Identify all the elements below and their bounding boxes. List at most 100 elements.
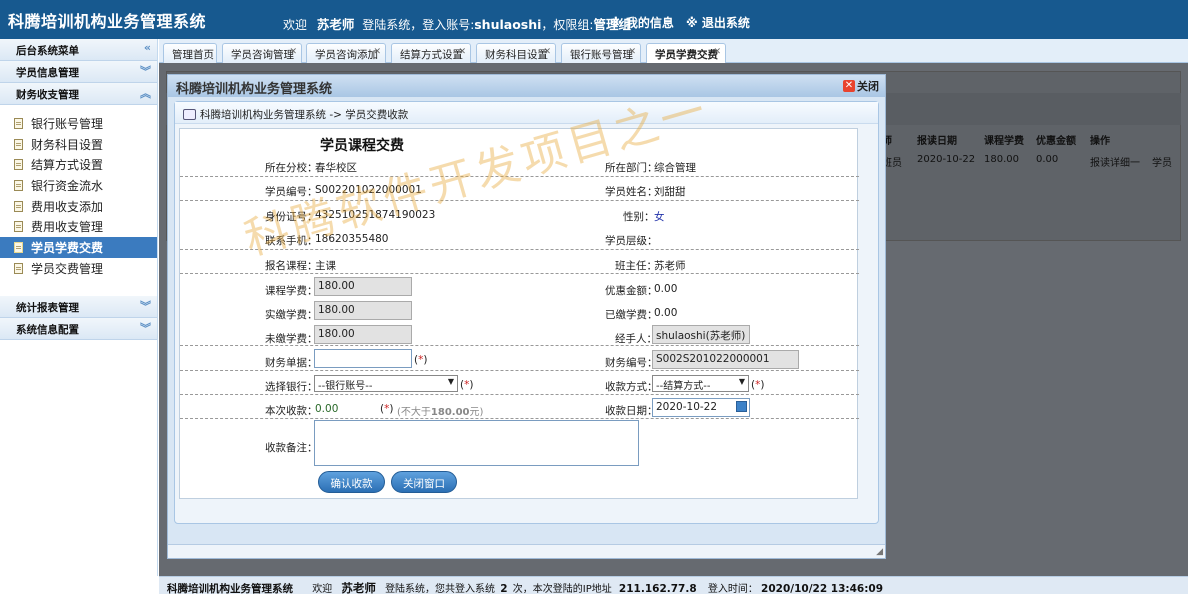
my-info-link[interactable]: ※ 我的信息 (610, 14, 674, 31)
already-paid-value: 0.00 (654, 307, 678, 319)
collapse-sidebar-icon[interactable]: « (144, 41, 151, 54)
sidebar-item-finance-subjects[interactable]: 财务科目设置 (0, 134, 157, 155)
sidebar-section-system[interactable]: 系统信息配置 ︾ (0, 318, 157, 340)
finance-no-field: S002S201022000001 (652, 350, 799, 369)
dept-label: 所在部门： (605, 162, 658, 174)
form-row: 未缴学费： 180.00 经手人： shulaoshi(苏老师) (180, 322, 859, 346)
payment-method-select[interactable]: --结算方式-- ▼ (652, 375, 749, 392)
document-icon (14, 138, 23, 150)
method-select-value: --结算方式-- (656, 381, 711, 392)
footer-ip: 211.162.77.8 (618, 583, 697, 594)
dialog-close-button[interactable]: ✕ 关闭 (843, 78, 879, 94)
footer-login-time: 2020/10/22 13:46:09 (761, 583, 884, 594)
student-no-value: S002201022000001 (315, 184, 422, 196)
document-icon (14, 262, 23, 274)
top-header: 科腾培训机构业务管理系统 欢迎 苏老师 登陆系统，登入账号:shulaoshi，… (0, 0, 1188, 39)
close-window-button[interactable]: 关闭窗口 (391, 471, 457, 493)
close-icon[interactable]: ✕ (713, 47, 721, 57)
location-icon (183, 109, 196, 120)
teacher-label: 班主任： (615, 260, 657, 272)
form-row: 实缴学费： 180.00 已缴学费： 0.00 (180, 298, 859, 322)
form-row: 报名课程： 主课 班主任： 苏老师 (180, 250, 859, 274)
paid-should-field: 180.00 (314, 301, 412, 320)
amount-input[interactable]: 0.00 (315, 403, 338, 415)
payment-form: 学员课程交费 所在分校： 春华校区 所在部门： 综合管理 学员编号： S0022… (179, 128, 859, 499)
logout-link[interactable]: ※ 退出系统 (686, 14, 750, 31)
tuition-label: 课程学费： (265, 285, 318, 297)
tab-consult-add[interactable]: 学员咨询添加 ✕ (306, 43, 386, 63)
sidebar-title[interactable]: 后台系统菜单 « (0, 39, 157, 61)
paid-should-label: 实缴学费： (265, 309, 318, 321)
date-label: 收款日期： (605, 405, 658, 417)
sidebar-item-label: 银行账号管理 (31, 116, 104, 131)
campus-label: 所在分校： (265, 162, 318, 174)
table-cell: 2020-10-22 (917, 154, 976, 165)
chevron-down-icon: ︾ (140, 322, 151, 335)
date-input[interactable]: 2020-10-22 (652, 398, 750, 417)
unpaid-label: 未缴学费： (265, 333, 318, 345)
column-header: 报读日期 (917, 136, 957, 147)
tab-consult-manage[interactable]: 学员咨询管理 ✕ (222, 43, 302, 63)
bank-select[interactable]: --银行账号-- ▼ (314, 375, 458, 392)
remark-textarea[interactable] (314, 420, 639, 466)
tab-label: 学员咨询添加 (315, 49, 378, 61)
sidebar-item-bank-accounts[interactable]: 银行账号管理 (0, 113, 157, 134)
form-row: 选择银行： --银行账号-- ▼ (*) 收款方式： --结算方式-- ▼ (*) (180, 371, 859, 395)
close-icon[interactable]: ✕ (628, 47, 636, 57)
tab-label: 银行账号管理 (570, 49, 633, 61)
breadcrumb: 科腾培训机构业务管理系统 -> 学员交费收款 (175, 102, 878, 124)
sidebar-item-settlement-methods[interactable]: 结算方式设置 (0, 154, 157, 175)
chevron-down-icon: ︾ (140, 65, 151, 78)
tab-settlement-settings[interactable]: 结算方式设置 ✕ (391, 43, 471, 63)
dialog-body: 科腾培训机构业务管理系统 -> 学员交费收款 学员课程交费 所在分校： 春华校区… (174, 101, 879, 524)
calendar-icon[interactable] (736, 401, 747, 412)
course-label: 报名课程： (265, 260, 318, 272)
column-header: 操作 (1090, 136, 1110, 147)
sidebar-item-label: 费用收支管理 (31, 220, 104, 235)
close-icon[interactable]: ✕ (373, 47, 381, 57)
required-marker: (*) (380, 403, 394, 415)
tab-home[interactable]: 管理首页 (163, 43, 217, 63)
confirm-payment-button[interactable]: 确认收款 (318, 471, 385, 493)
footer-app-title: 科腾培训机构业务管理系统 (167, 583, 293, 594)
sidebar-item-expense-manage[interactable]: 费用收支管理 (0, 216, 157, 237)
footer-status: 科腾培训机构业务管理系统 欢迎 苏老师 登陆系统，您共登入系统 2 次，本次登陆… (159, 576, 1188, 594)
close-icon[interactable]: ✕ (289, 47, 297, 57)
sidebar-section-label: 学员信息管理 (16, 67, 79, 79)
dropdown-arrow-icon: ▼ (738, 377, 745, 386)
tab-bar: 管理首页 学员咨询管理 ✕ 学员咨询添加 ✕ 结算方式设置 ✕ 财务科目设置 ✕ 银行账… (159, 39, 1188, 64)
sidebar-item-label: 学员学费交费 (31, 240, 104, 255)
sidebar-item-expense-add[interactable]: 费用收支添加 (0, 196, 157, 217)
sidebar-section-student-info[interactable]: 学员信息管理 ︾ (0, 61, 157, 83)
student-link[interactable]: 学员 (1152, 154, 1172, 169)
sidebar-item-payment-manage[interactable]: 学员交费管理 (0, 258, 157, 279)
tab-tuition-payment[interactable]: 学员学费交费 ✕ (646, 43, 726, 64)
tuition-field: 180.00 (314, 277, 412, 296)
sidebar-section-finance[interactable]: 财务收支管理 ︽ (0, 83, 157, 105)
student-name-value: 刘甜甜 (654, 186, 686, 198)
receipt-input[interactable] (314, 349, 412, 368)
sidebar-section-reports[interactable]: 统计报表管理 ︾ (0, 296, 157, 318)
column-header: 优惠金额 (1036, 136, 1076, 147)
resize-handle-icon[interactable]: ◢ (876, 547, 883, 557)
date-value: 2020-10-22 (656, 401, 718, 413)
document-icon (14, 200, 23, 212)
form-title: 学员课程交费 (320, 138, 404, 154)
dialog-title: 科腾培训机构业务管理系统 (176, 82, 333, 97)
sidebar-title-label: 后台系统菜单 (16, 45, 79, 57)
tab-label: 学员学费交费 (655, 49, 718, 61)
dept-value: 综合管理 (654, 162, 696, 174)
close-icon[interactable]: ✕ (543, 47, 551, 57)
sidebar-section-label: 系统信息配置 (16, 324, 79, 336)
tab-bank-accounts[interactable]: 银行账号管理 ✕ (561, 43, 641, 63)
finance-no-label: 财务编号： (605, 357, 658, 369)
dialog-titlebar[interactable]: 科腾培训机构业务管理系统 ✕ 关闭 (168, 75, 885, 97)
close-icon[interactable]: ✕ (458, 47, 466, 57)
sidebar-item-bank-flow[interactable]: 银行资金流水 (0, 175, 157, 196)
close-icon: ✕ (843, 80, 855, 92)
gender-value: 女 (654, 211, 665, 223)
report-detail-link[interactable]: 报读详细一 (1090, 154, 1140, 169)
tab-finance-subjects[interactable]: 财务科目设置 ✕ (476, 43, 556, 63)
required-marker: (*) (751, 379, 765, 391)
sidebar-item-tuition-payment[interactable]: 学员学费交费 (0, 237, 157, 258)
